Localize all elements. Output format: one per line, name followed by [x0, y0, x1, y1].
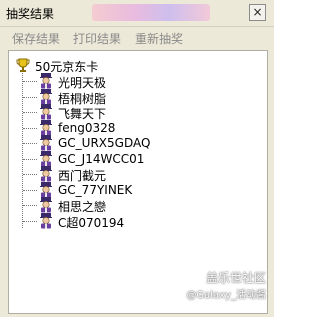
- tree-item[interactable]: GC_URX5GDAQ: [23, 135, 253, 151]
- user-icon: [40, 181, 52, 197]
- tree-item[interactable]: GC_77YINEK: [23, 181, 253, 198]
- tree-branch: [23, 127, 37, 129]
- close-button[interactable]: ×: [249, 4, 266, 21]
- tree-item[interactable]: 西门截元: [23, 166, 253, 183]
- tree-item[interactable]: C超070194: [23, 212, 253, 230]
- winner-name: C超070194: [58, 215, 125, 230]
- tree-item[interactable]: GC_J14WCC01: [23, 150, 253, 167]
- tree-branch: [23, 158, 37, 160]
- lottery-result-window: 抽奖结果 × 保存结果 打印结果 重新抽奖 50元京东卡 光明天极 梧桐树脂 飞舞天…: [0, 0, 274, 317]
- user-icon: [40, 119, 52, 135]
- winner-name: GC_J14WCC01: [58, 151, 145, 166]
- window-title: 抽奖结果: [6, 7, 55, 21]
- save-results-menu[interactable]: 保存结果: [12, 30, 60, 47]
- winner-name: GC_77YINEK: [58, 182, 133, 197]
- watermark-line2: @Galaxy_活动酱: [186, 290, 266, 301]
- tree-branch: [23, 112, 37, 113]
- tree-item[interactable]: 梧桐树脂: [23, 88, 253, 106]
- user-icon: [40, 166, 52, 182]
- tree-branch: [23, 81, 37, 82]
- user-icon: [40, 73, 52, 89]
- tree-branch: [23, 143, 37, 144]
- community-watermark: 盖乐世社区 @Galaxy_活动酱: [186, 269, 266, 301]
- tree-item[interactable]: 光明天极: [23, 73, 253, 90]
- watermark-line1: 盖乐世社区: [205, 271, 266, 285]
- tree-item[interactable]: 相思之戀: [23, 197, 253, 214]
- redraw-menu[interactable]: 重新抽奖: [135, 30, 183, 47]
- print-results-menu[interactable]: 打印结果: [73, 30, 121, 47]
- blurred-banner: [92, 4, 210, 21]
- tree-branch: [23, 189, 37, 191]
- tree-item[interactable]: feng0328: [23, 119, 253, 136]
- user-icon: [40, 197, 52, 213]
- winner-name: GC_URX5GDAQ: [58, 136, 151, 150]
- tree-branch: [23, 205, 37, 206]
- user-icon: [40, 104, 52, 120]
- tree-branch: [23, 174, 37, 175]
- title-bar[interactable]: 抽奖结果 ×: [0, 0, 274, 27]
- user-icon: [40, 212, 52, 228]
- menu-bar: 保存结果 打印结果 重新抽奖: [0, 27, 274, 47]
- user-icon: [40, 88, 52, 104]
- tree-item[interactable]: 飞舞天下: [23, 104, 253, 121]
- user-icon: [40, 150, 52, 166]
- trophy-icon: [16, 58, 30, 72]
- tree-branch: [23, 96, 37, 98]
- winner-name: feng0328: [58, 120, 116, 135]
- user-icon: [40, 135, 52, 151]
- tree-branch: [23, 220, 37, 222]
